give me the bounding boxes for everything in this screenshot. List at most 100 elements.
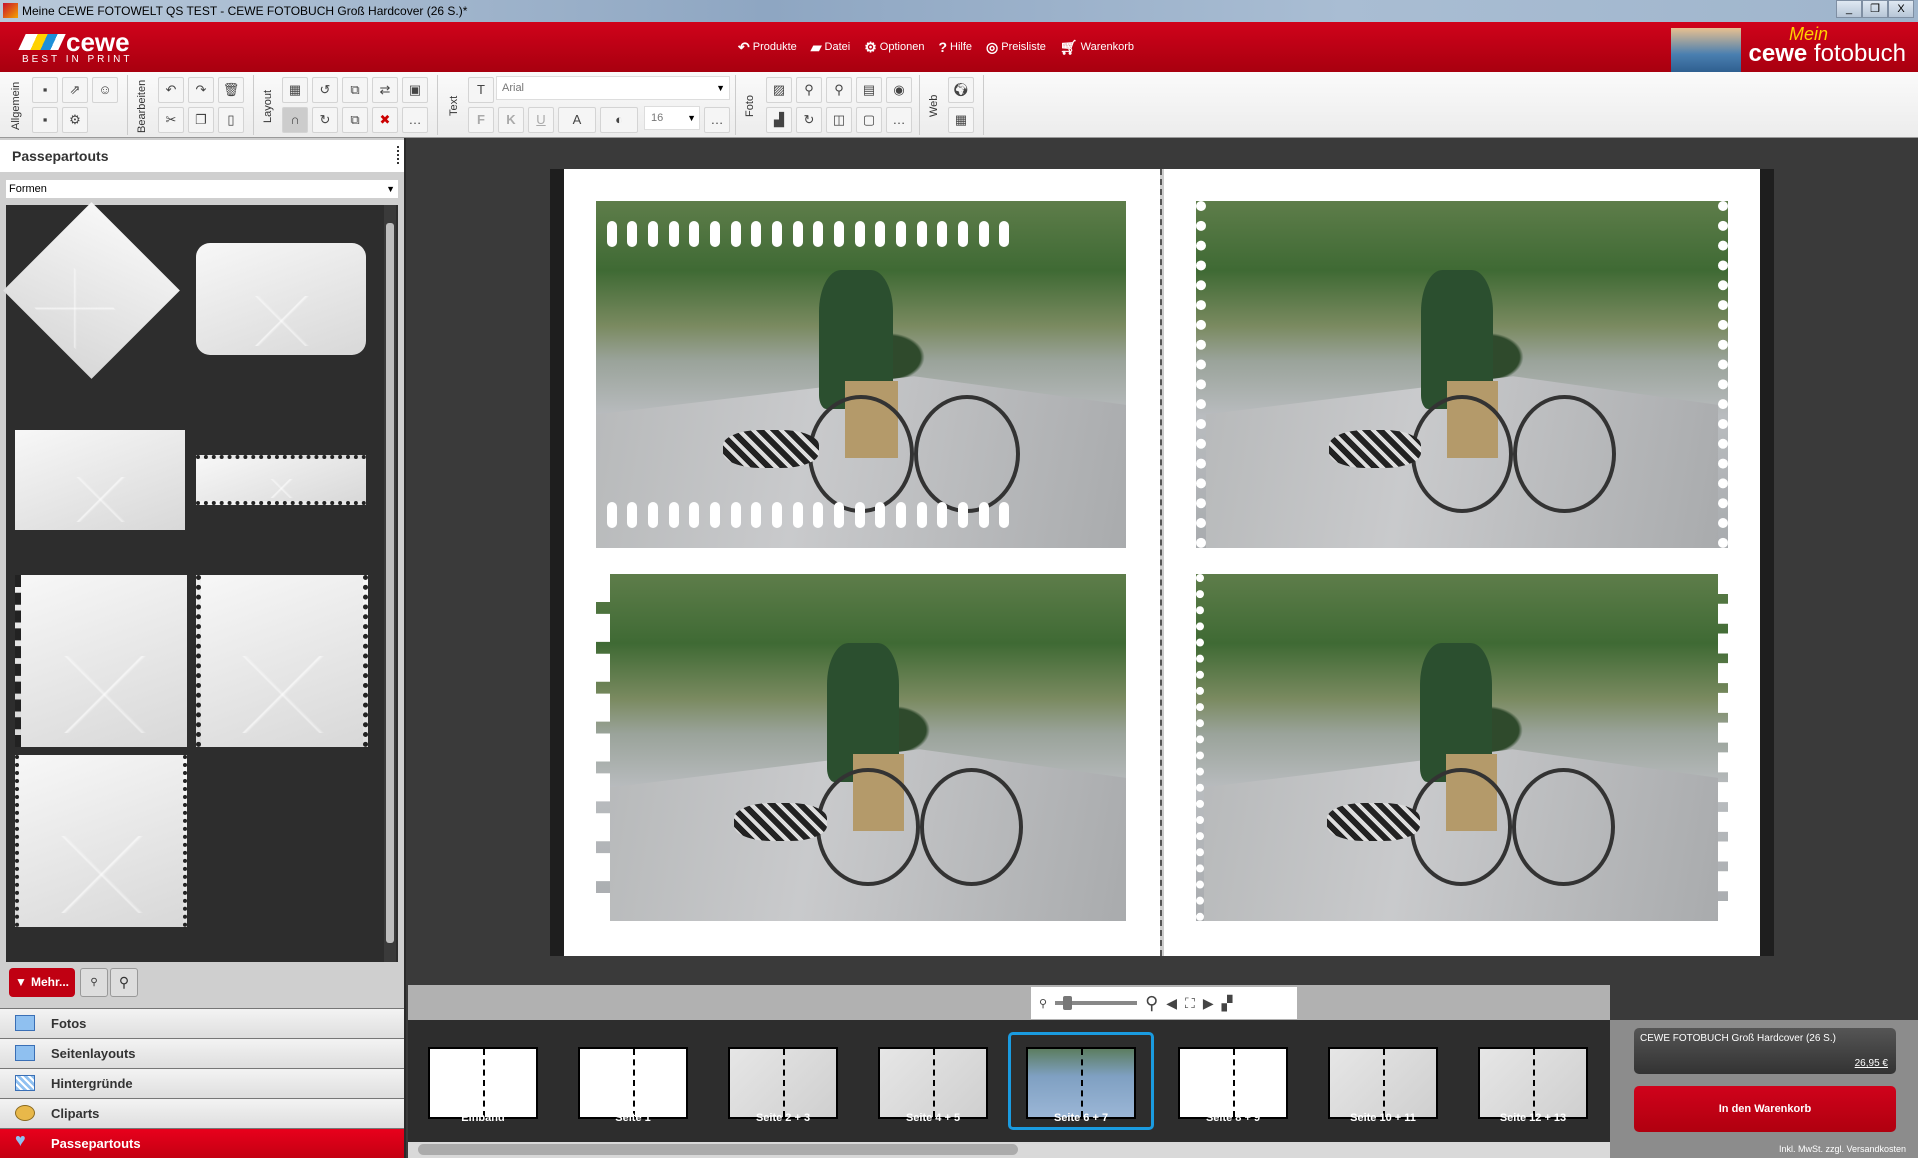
underline-button[interactable]: U	[528, 107, 554, 133]
add-text-icon[interactable]: T	[468, 77, 494, 103]
more-photo-icon[interactable]: …	[886, 107, 912, 133]
zoom-in-icon[interactable]: ⚲	[110, 968, 138, 997]
settings-gear-icon[interactable]: ⚙	[62, 107, 88, 133]
assistant-icon[interactable]: ☺	[92, 77, 118, 103]
panel-drag-handle[interactable]	[397, 146, 400, 164]
web-globe-icon[interactable]: 🌍︎	[948, 77, 974, 103]
more-text-icon[interactable]: …	[704, 107, 730, 133]
rotate-photo-icon[interactable]: ↻	[796, 107, 822, 133]
more-button[interactable]: Mehr...	[9, 968, 75, 997]
export-icon[interactable]: ⇗	[62, 77, 88, 103]
italic-button[interactable]: K	[498, 107, 524, 133]
undo-icon[interactable]: ↶	[158, 77, 184, 103]
toolbar-group-bearbeiten: Bearbeiten ↶ ↷ 🗑︎ ✂ ❐ ▯	[134, 75, 254, 135]
thumbnail-seite-12-13[interactable]: Seite 12 + 13	[1460, 1032, 1606, 1130]
photo-frame[interactable]	[596, 201, 1126, 548]
menu-optionen[interactable]: ⚙ Optionen	[864, 39, 924, 56]
font-size-select[interactable]: 16 ▼	[644, 106, 700, 130]
delete-icon[interactable]: 🗑︎	[218, 77, 244, 103]
grid-icon[interactable]: ▦	[282, 77, 308, 103]
save-as-icon[interactable]: ▪	[32, 107, 58, 133]
thumbnail-seite-2-3[interactable]: Seite 2 + 3	[710, 1032, 856, 1130]
copy-icon[interactable]: ❐	[188, 107, 214, 133]
save-layout-icon[interactable]: ▣	[402, 77, 428, 103]
main-menu: ↶ Produkte ▰ Datei ⚙ Optionen ? Hilfe ◎ Preis…	[738, 22, 1134, 72]
minimize-button[interactable]: _	[1836, 0, 1862, 18]
thumbnail-seite-4-5[interactable]: Seite 4 + 5	[860, 1032, 1006, 1130]
thumbnail-einband[interactable]: Einband	[410, 1032, 556, 1130]
zoom-in-icon[interactable]: ⚲	[1145, 993, 1158, 1014]
next-page-icon[interactable]: ▶	[1203, 995, 1214, 1012]
rotate-left-icon[interactable]: ↺	[312, 77, 338, 103]
crop-icon[interactable]: ▟	[766, 107, 792, 133]
passepartout-diamond[interactable]	[3, 202, 180, 379]
photo-frame[interactable]	[1196, 574, 1728, 921]
thumbnail-scrollbar[interactable]	[408, 1142, 1610, 1158]
nav-cliparts[interactable]: Cliparts	[0, 1098, 404, 1128]
thumbnail-seite-1[interactable]: Seite 1	[560, 1032, 706, 1130]
cut-icon[interactable]: ✂	[158, 107, 184, 133]
heart-icon: ♥	[15, 1130, 26, 1150]
add-photo-icon[interactable]: ▨	[766, 77, 792, 103]
font-family-select[interactable]: Arial ▼	[496, 76, 730, 100]
nav-passepartouts[interactable]: ♥ Passepartouts	[0, 1128, 404, 1158]
save-icon[interactable]: ▪	[32, 77, 58, 103]
thumbnail-seite-6-7[interactable]: Seite 6 + 7	[1008, 1032, 1154, 1130]
maximize-button[interactable]: ❐	[1862, 0, 1888, 18]
category-select[interactable]: Formen ▼	[6, 180, 398, 198]
web-qr-icon[interactable]: ▦	[948, 107, 974, 133]
menu-produkte[interactable]: ↶ Produkte	[738, 39, 797, 56]
menu-preisliste[interactable]: ◎ Preisliste	[986, 39, 1046, 56]
send-backward-icon[interactable]: ⧉	[342, 107, 368, 133]
product-name: CEWE FOTOBUCH Groß Hardcover (26 S.)	[1640, 1033, 1836, 1044]
photo-frame[interactable]	[596, 574, 1126, 921]
zoom-slider[interactable]	[1055, 996, 1138, 1010]
optimize-icon[interactable]: ▤	[856, 77, 882, 103]
fill-color-icon[interactable]: ◐	[600, 107, 638, 133]
zoom-out-photo-icon[interactable]: ⚲	[796, 77, 822, 103]
mirror-icon[interactable]: ◫	[826, 107, 852, 133]
paste-icon[interactable]: ▯	[218, 107, 244, 133]
menu-hilfe[interactable]: ? Hilfe	[938, 39, 972, 55]
passepartout-grunge[interactable]	[196, 575, 368, 747]
effects-icon[interactable]: ◉	[886, 77, 912, 103]
menu-warenkorb[interactable]: 🛒︎ Warenkorb	[1060, 39, 1134, 56]
zoom-in-photo-icon[interactable]: ⚲	[826, 77, 852, 103]
passepartout-ticket[interactable]	[15, 430, 185, 530]
redo-icon[interactable]: ↷	[188, 77, 214, 103]
zoom-out-icon[interactable]: ⚲	[80, 968, 108, 997]
zoom-out-icon[interactable]: ⚲	[1039, 997, 1047, 1010]
nav-hintergruende[interactable]: Hintergründe	[0, 1068, 404, 1098]
previous-page-icon[interactable]: ◀	[1166, 995, 1177, 1012]
magnet-icon[interactable]: ∩	[282, 107, 308, 133]
product-info[interactable]: CEWE FOTOBUCH Groß Hardcover (26 S.) 26,…	[1634, 1028, 1896, 1074]
rotate-right-icon[interactable]: ↻	[312, 107, 338, 133]
passepartout-rounded[interactable]	[196, 243, 366, 355]
frame-icon[interactable]: ▢	[856, 107, 882, 133]
bold-button[interactable]: F	[468, 107, 494, 133]
passepartout-filmstrip[interactable]	[196, 455, 366, 505]
add-to-cart-button[interactable]: In den Warenkorb	[1634, 1086, 1896, 1132]
bring-forward-icon[interactable]: ⧉	[342, 77, 368, 103]
thumbnail-seite-10-11[interactable]: Seite 10 + 11	[1310, 1032, 1456, 1130]
close-button[interactable]: X	[1888, 0, 1914, 18]
page-view-toggle-icon[interactable]: ▞	[1222, 995, 1233, 1012]
nav-seitenlayouts[interactable]: Seitenlayouts	[0, 1038, 404, 1068]
product-price[interactable]: 26,95 €	[1855, 1058, 1888, 1069]
photos-icon	[15, 1015, 35, 1031]
text-color-button[interactable]: A	[558, 107, 596, 133]
swap-pages-icon[interactable]: ⇄	[372, 77, 398, 103]
menu-datei[interactable]: ▰ Datei	[811, 39, 850, 56]
page-left[interactable]	[564, 169, 1160, 956]
left-panel: Passepartouts Formen▼ Mehr... ⚲ ⚲ Fotos …	[0, 138, 406, 1158]
more-layout-icon[interactable]: …	[402, 107, 428, 133]
fit-to-screen-icon[interactable]: ⛶	[1185, 995, 1195, 1012]
page-right[interactable]	[1164, 169, 1760, 956]
photo-frame[interactable]	[1196, 201, 1728, 548]
delete-page-icon[interactable]: ✖	[372, 107, 398, 133]
passepartout-film-edge[interactable]	[15, 575, 187, 747]
thumbnail-seite-8-9[interactable]: Seite 8 + 9	[1160, 1032, 1306, 1130]
zoom-bar: ⚲ ⚲ ◀ ⛶ ▶ ▞	[408, 985, 1610, 1020]
passepartout-sprockets[interactable]	[15, 755, 187, 927]
nav-fotos[interactable]: Fotos	[0, 1008, 404, 1038]
